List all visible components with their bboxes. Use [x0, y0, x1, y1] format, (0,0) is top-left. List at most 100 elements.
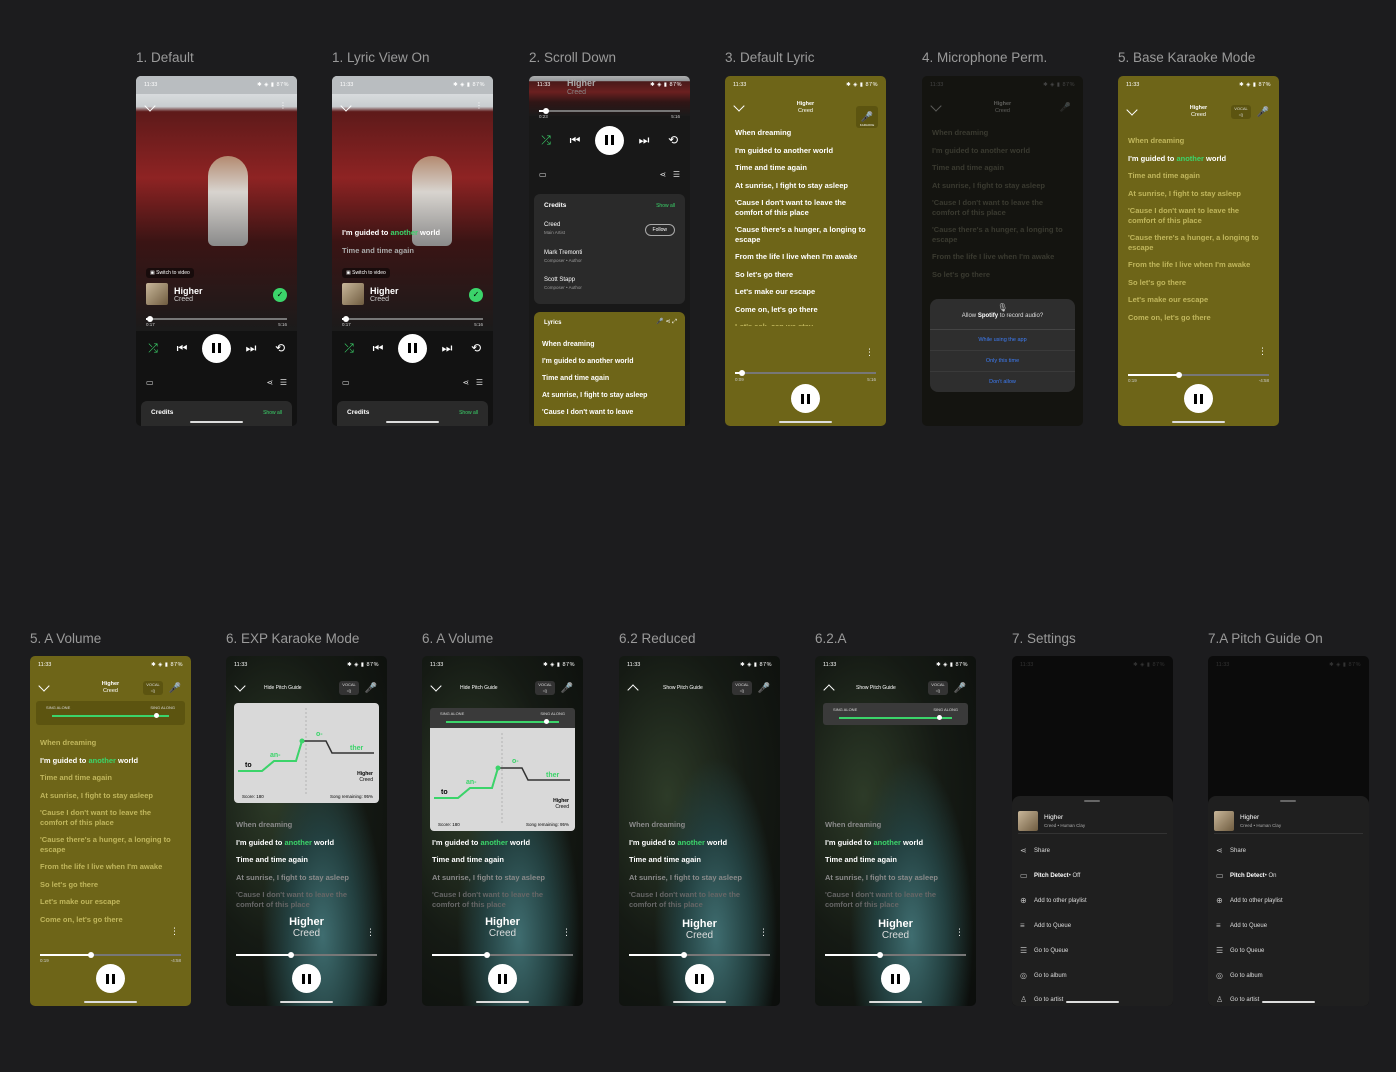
next-icon[interactable]: ⏭ [635, 133, 653, 148]
add-playlist-item[interactable]: ⊕ Add to other playlist [1216, 896, 1283, 905]
progress-bar[interactable] [539, 107, 680, 114]
vocal-button[interactable]: VOCAL ◁) [143, 681, 163, 695]
deny-button[interactable]: Don't allow [930, 372, 1075, 392]
repeat-icon[interactable]: ⟲ [664, 133, 682, 147]
expand-icon[interactable]: ⤢ [672, 319, 677, 325]
share-icon[interactable]: ⋖ [462, 378, 469, 387]
hide-pitch-guide-button[interactable]: Hide Pitch Guide [264, 685, 302, 691]
progress-bar[interactable] [825, 951, 966, 958]
saved-check-icon[interactable]: ✓ [469, 288, 483, 302]
progress-bar[interactable] [629, 951, 770, 958]
share-icon[interactable]: ⋖ [659, 170, 666, 179]
more-icon[interactable]: ⋮ [366, 928, 375, 937]
vocal-button[interactable]: VOCAL ◁) [535, 681, 555, 695]
share-icon[interactable]: ⋖ [266, 378, 273, 387]
sheet-handle[interactable] [1084, 800, 1100, 802]
mic-icon[interactable]: 🎤 [656, 319, 663, 325]
more-icon[interactable]: ⋮ [759, 928, 768, 937]
previous-icon[interactable]: ⏮ [369, 341, 387, 356]
show-all-link[interactable]: Show all [459, 410, 478, 416]
repeat-icon[interactable]: ⟲ [271, 341, 289, 355]
show-all-link[interactable]: Show all [656, 203, 675, 209]
progress-bar[interactable] [236, 951, 377, 958]
next-icon[interactable]: ⏭ [242, 341, 260, 356]
mic-active-icon[interactable]: 🎤 [167, 680, 183, 696]
mic-active-icon[interactable]: 🎤 [952, 680, 968, 696]
shuffle-icon[interactable]: ⤮ [537, 133, 555, 148]
mic-active-icon[interactable]: 🎤 [559, 680, 575, 696]
more-icon[interactable]: ⋮ [1258, 347, 1267, 356]
more-icon[interactable]: ⋮ [170, 927, 179, 936]
collapse-chevron-icon[interactable] [144, 100, 156, 112]
pause-button[interactable] [791, 384, 820, 413]
device-icon[interactable]: ▭ [539, 170, 547, 182]
add-queue-item[interactable]: ≡ Add to Queue [1216, 921, 1267, 930]
progress-bar[interactable] [432, 951, 573, 958]
collapse-chevron-icon[interactable] [234, 680, 246, 692]
more-icon[interactable]: ⋮ [562, 928, 571, 937]
more-icon[interactable]: ⋮ [955, 928, 964, 937]
pause-button[interactable] [292, 964, 321, 993]
more-icon[interactable]: ⋮ [279, 101, 287, 110]
go-album-item[interactable]: ◎ Go to album [1020, 971, 1067, 980]
previous-icon[interactable]: ⏮ [566, 133, 584, 148]
next-icon[interactable]: ⏭ [438, 341, 456, 356]
progress-bar[interactable] [342, 315, 483, 322]
device-icon[interactable]: ▭ [146, 378, 154, 390]
progress-bar[interactable] [40, 951, 181, 958]
share-item[interactable]: ⋖ Share [1216, 846, 1246, 855]
queue-icon[interactable]: ☰ [476, 378, 483, 387]
vocal-slider[interactable]: SING ALONE SING ALONG [440, 711, 565, 724]
queue-icon[interactable]: ☰ [280, 378, 287, 387]
show-pitch-guide-button[interactable]: Show Pitch Guide [663, 685, 703, 691]
vocal-button[interactable]: VOCAL ◁) [732, 681, 752, 695]
pause-button[interactable] [595, 125, 624, 155]
progress-bar[interactable] [735, 369, 876, 376]
lyrics-card[interactable]: Lyrics 🎤 ⋖ ⤢ When dreaming I'm guided to… [534, 312, 685, 426]
mic-active-icon[interactable]: 🎤 [756, 680, 772, 696]
mic-active-icon[interactable]: 🎤 [363, 680, 379, 696]
karaoke-button[interactable]: 🎤 KARAOKE [856, 106, 878, 128]
mic-active-icon[interactable]: 🎤 [1255, 104, 1271, 120]
shuffle-icon[interactable]: ⤮ [144, 341, 162, 356]
vocal-slider[interactable]: SING ALONE SING ALONG [833, 707, 958, 720]
pause-button[interactable] [202, 333, 231, 363]
collapse-chevron-icon[interactable] [340, 100, 352, 112]
progress-bar[interactable] [146, 315, 287, 322]
pause-button[interactable] [881, 964, 910, 993]
vocal-button[interactable]: VOCAL ◁) [928, 681, 948, 695]
previous-icon[interactable]: ⏮ [173, 341, 191, 356]
vocal-button[interactable]: VOCAL ◁) [339, 681, 359, 695]
expand-chevron-icon[interactable] [627, 684, 639, 696]
show-all-link[interactable]: Show all [263, 410, 282, 416]
shuffle-icon[interactable]: ⤮ [340, 341, 358, 356]
share-icon[interactable]: ⋖ [665, 319, 670, 325]
pause-button[interactable] [685, 964, 714, 993]
sheet-handle[interactable] [1280, 800, 1296, 802]
allow-while-using-button[interactable]: While using the app [930, 330, 1075, 351]
switch-video-button[interactable]: ▣ Switch to video [342, 268, 390, 278]
pause-button[interactable] [398, 333, 427, 363]
pitch-detect-item[interactable]: ▭ Pitch Detect • Off [1020, 871, 1080, 880]
expand-chevron-icon[interactable] [823, 684, 835, 696]
device-icon[interactable]: ▭ [342, 378, 350, 390]
progress-bar[interactable] [1128, 371, 1269, 378]
go-queue-item[interactable]: ☰ Go to Queue [1216, 946, 1264, 955]
pause-button[interactable] [488, 964, 517, 993]
allow-once-button[interactable]: Only this time [930, 351, 1075, 372]
share-item[interactable]: ⋖ Share [1020, 846, 1050, 855]
pause-button[interactable] [1184, 384, 1213, 413]
saved-check-icon[interactable]: ✓ [273, 288, 287, 302]
pause-button[interactable] [96, 964, 125, 993]
go-queue-item[interactable]: ☰ Go to Queue [1020, 946, 1068, 955]
go-artist-item[interactable]: ♙ Go to artist [1216, 995, 1259, 1004]
repeat-icon[interactable]: ⟲ [467, 341, 485, 355]
show-pitch-guide-button[interactable]: Show Pitch Guide [856, 685, 896, 691]
vocal-slider[interactable]: SING ALONE SING ALONG [46, 705, 175, 718]
more-icon[interactable]: ⋮ [865, 348, 874, 357]
hide-pitch-guide-button[interactable]: Hide Pitch Guide [460, 685, 498, 691]
add-playlist-item[interactable]: ⊕ Add to other playlist [1020, 896, 1087, 905]
pitch-detect-item[interactable]: ▭ Pitch Detect • On [1216, 871, 1276, 880]
more-icon[interactable]: ⋮ [475, 101, 483, 110]
go-artist-item[interactable]: ♙ Go to artist [1020, 995, 1063, 1004]
